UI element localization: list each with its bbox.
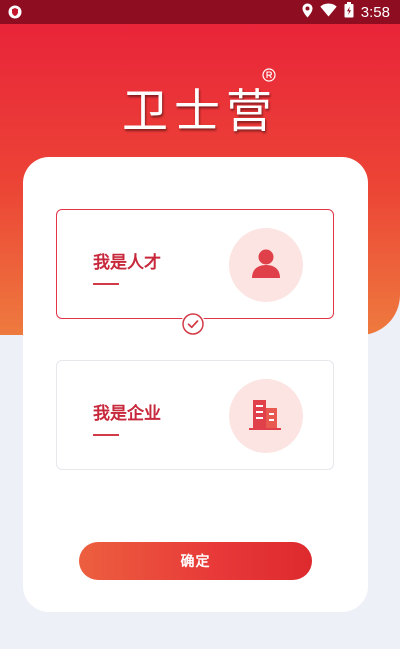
battery-icon	[344, 2, 354, 22]
confirm-button[interactable]: 确定	[79, 542, 312, 580]
app-shield-icon	[8, 4, 22, 19]
app-title: 卫士营	[122, 84, 278, 138]
building-icon-badge	[229, 379, 303, 453]
option-talent[interactable]: 我是人才	[56, 209, 334, 319]
status-bar: 3:58	[0, 0, 400, 24]
option-company-label: 我是企业	[93, 404, 161, 424]
role-selection-card: 我是人才 我是企业 确定	[23, 157, 368, 612]
person-icon	[247, 244, 285, 286]
selected-check-icon	[181, 312, 205, 336]
location-icon	[302, 3, 313, 22]
person-icon-badge	[229, 228, 303, 302]
wifi-icon	[320, 3, 337, 21]
building-icon	[246, 397, 286, 435]
option-underline	[93, 283, 119, 285]
option-company[interactable]: 我是企业	[56, 360, 334, 470]
clock-time: 3:58	[360, 3, 390, 21]
option-talent-label: 我是人才	[93, 253, 161, 273]
registered-mark-icon	[262, 67, 276, 82]
option-underline	[93, 434, 119, 436]
